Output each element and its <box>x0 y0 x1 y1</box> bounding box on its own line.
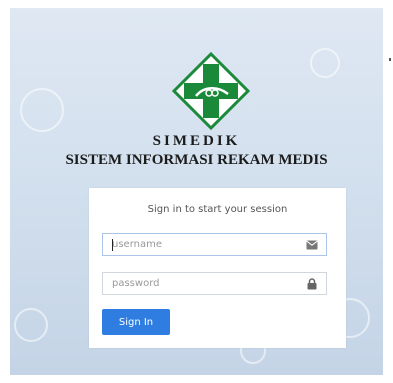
username-input[interactable] <box>103 234 298 255</box>
app-title: SIMEDIK <box>152 133 241 149</box>
envelope-icon <box>306 240 318 250</box>
app-subtitle: SISTEM INFORMASI REKAM MEDIS <box>65 152 328 168</box>
edge-mark <box>389 58 391 61</box>
medical-cross-logo-icon <box>172 52 250 130</box>
login-box: Sign in to start your session Sign In <box>89 188 346 348</box>
sign-in-button[interactable]: Sign In <box>102 309 170 335</box>
password-field <box>102 272 327 295</box>
background-decoration <box>20 88 64 132</box>
username-field <box>102 233 327 256</box>
login-message: Sign in to start your session <box>147 204 288 215</box>
background-decoration <box>14 308 48 342</box>
background-decoration <box>310 48 340 78</box>
lock-icon <box>307 278 317 290</box>
password-input[interactable] <box>103 273 298 294</box>
text-cursor <box>112 239 113 251</box>
